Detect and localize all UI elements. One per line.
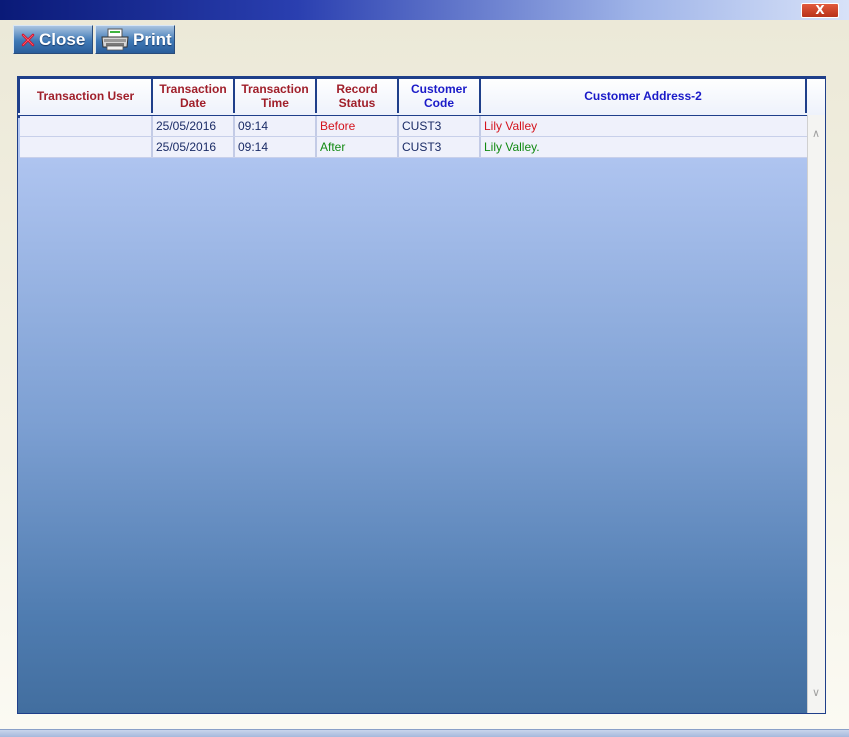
column-header-record-status[interactable]: Record Status — [317, 77, 399, 113]
scroll-down-icon[interactable]: ∨ — [812, 686, 820, 699]
print-button-label: Print — [133, 29, 172, 49]
print-button[interactable]: Print — [95, 25, 175, 54]
table-row[interactable]: 25/05/2016 09:14 After CUST3 Lily Valley… — [20, 137, 807, 158]
scroll-up-icon[interactable]: ∧ — [812, 127, 820, 140]
cell-customer-code: CUST3 — [399, 137, 481, 157]
printer-icon — [100, 28, 130, 52]
column-header-transaction-user[interactable]: Transaction User — [18, 77, 153, 113]
cell-transaction-time: 09:14 — [235, 116, 317, 136]
vertical-scrollbar[interactable]: ∧ ∨ — [807, 115, 825, 713]
cell-record-status: Before — [317, 116, 399, 136]
cell-transaction-user — [20, 116, 153, 136]
grid-header: Transaction User Transaction Date Transa… — [18, 77, 825, 118]
cell-customer-code: CUST3 — [399, 116, 481, 136]
column-header-transaction-date[interactable]: Transaction Date — [153, 77, 235, 113]
cell-customer-address-2: Lily Valley — [484, 119, 538, 133]
column-header-filler — [807, 77, 825, 113]
title-bar: X — [0, 0, 849, 20]
close-button-label: Close — [39, 29, 86, 49]
cell-customer-address-2: Lily Valley. — [484, 140, 540, 154]
cell-transaction-time: 09:14 — [235, 137, 317, 157]
table-row[interactable]: 25/05/2016 09:14 Before CUST3 Lily Valle… — [20, 116, 807, 137]
cell-transaction-date: 25/05/2016 — [153, 116, 235, 136]
column-header-transaction-time[interactable]: Transaction Time — [235, 77, 317, 113]
column-header-customer-address-2[interactable]: Customer Address-2 — [481, 77, 807, 113]
cell-transaction-date: 25/05/2016 — [153, 137, 235, 157]
status-bar — [0, 729, 849, 737]
window-close-button[interactable]: X — [801, 3, 839, 18]
close-button[interactable]: Close — [13, 25, 93, 54]
window-client-area: Close Print Transaction User Transaction… — [0, 20, 849, 729]
cell-transaction-user — [20, 137, 153, 157]
column-header-customer-code[interactable]: Customer Code — [399, 77, 481, 113]
audit-grid: Transaction User Transaction Date Transa… — [17, 76, 826, 714]
cell-record-status: After — [317, 137, 399, 157]
close-icon — [20, 32, 36, 48]
